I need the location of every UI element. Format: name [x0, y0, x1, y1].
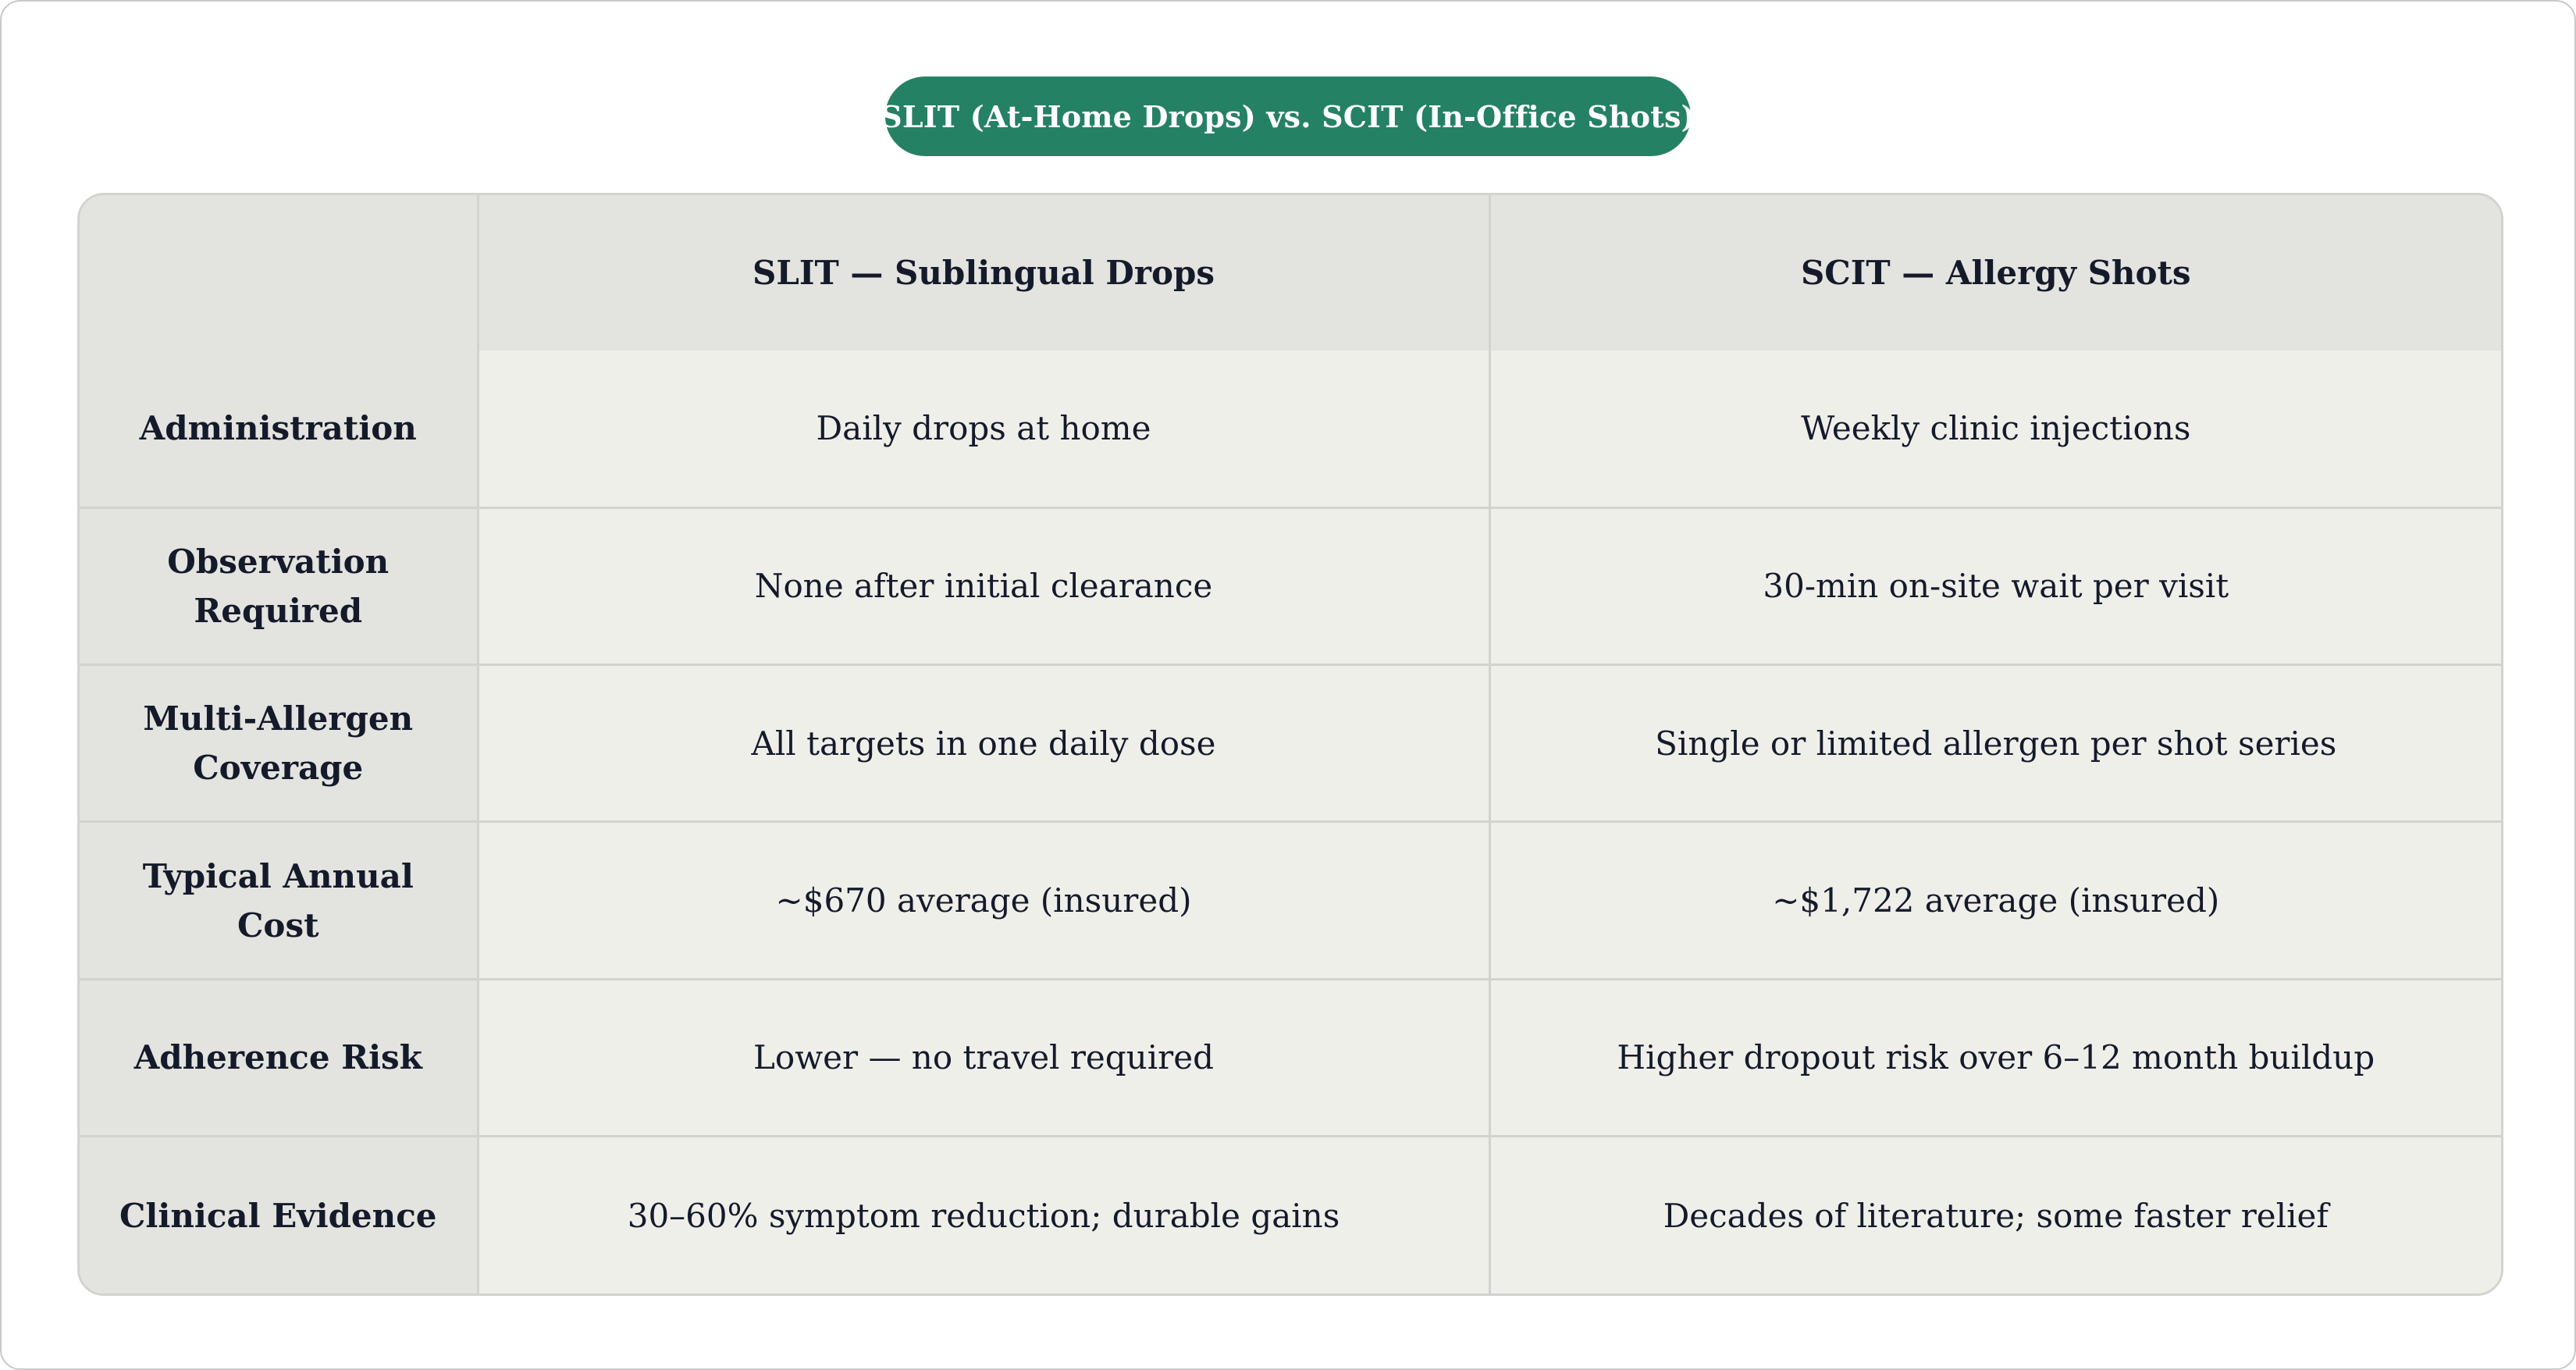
row-label-multi-allergen: Multi-Allergen Coverage [80, 664, 479, 824]
row-label-adherence: Adherence Risk [80, 979, 479, 1138]
row-label-administration: Administration [80, 351, 479, 509]
comparison-table: SLIT — Sublingual Drops SCIT — Allergy S… [80, 195, 2501, 1293]
table-row: Typical Annual Cost ~$670 average (insur… [80, 821, 2501, 980]
cell-slit-multi-allergen: All targets in one daily dose [478, 664, 1491, 824]
row-label-observation: Observation Required [80, 507, 479, 667]
cell-slit-annual-cost: ~$670 average (insured) [478, 821, 1491, 980]
table-header-row: SLIT — Sublingual Drops SCIT — Allergy S… [80, 195, 2501, 351]
row-label-annual-cost: Typical Annual Cost [80, 821, 479, 980]
table-row: Observation Required None after initial … [80, 507, 2501, 667]
row-label-evidence: Clinical Evidence [80, 1136, 479, 1293]
cell-scit-adherence: Higher dropout risk over 6–12 month buil… [1489, 979, 2501, 1138]
table-row: Multi-Allergen Coverage All targets in o… [80, 664, 2501, 824]
cell-scit-annual-cost: ~$1,722 average (insured) [1489, 821, 2501, 980]
cell-slit-evidence: 30–60% symptom reduction; durable gains [478, 1136, 1491, 1293]
table-row: Administration Daily drops at home Weekl… [80, 351, 2501, 509]
header-scit: SCIT — Allergy Shots [1489, 195, 2501, 351]
cell-slit-administration: Daily drops at home [478, 351, 1491, 509]
cell-slit-adherence: Lower — no travel required [478, 979, 1491, 1138]
table-row: Adherence Risk Lower — no travel require… [80, 979, 2501, 1138]
cell-scit-evidence: Decades of literature; some faster relie… [1489, 1136, 2501, 1293]
cell-scit-multi-allergen: Single or limited allergen per shot seri… [1489, 664, 2501, 824]
header-corner-cell [80, 195, 479, 351]
header-slit: SLIT — Sublingual Drops [478, 195, 1491, 351]
page-title: SLIT (At-Home Drops) vs. SCIT (In-Office… [881, 77, 1695, 156]
comparison-table-container: SLIT — Sublingual Drops SCIT — Allergy S… [77, 193, 2503, 1296]
cell-scit-observation: 30-min on-site wait per visit [1489, 507, 2501, 667]
cell-scit-administration: Weekly clinic injections [1489, 351, 2501, 509]
table-row: Clinical Evidence 30–60% symptom reducti… [80, 1136, 2501, 1293]
cell-slit-observation: None after initial clearance [478, 507, 1491, 667]
